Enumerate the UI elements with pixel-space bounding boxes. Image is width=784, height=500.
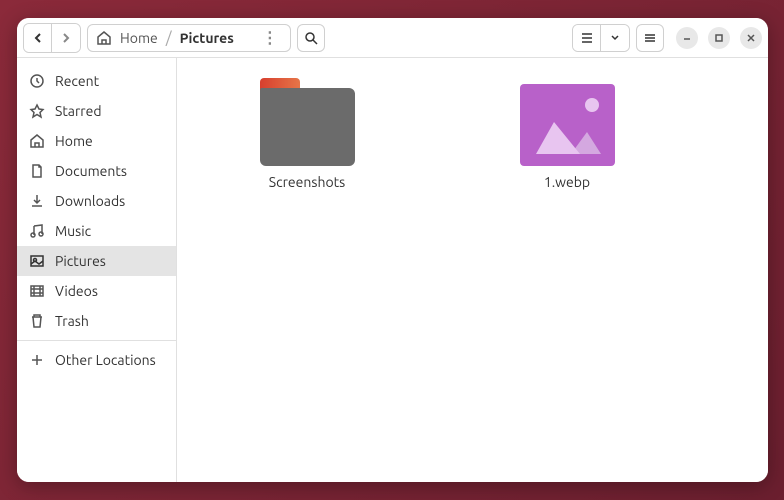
breadcrumb-current: Pictures [180,30,234,46]
sidebar-item-label: Music [55,223,91,239]
sidebar-item-videos[interactable]: Videos [17,276,176,306]
sidebar-separator [17,340,176,341]
file-manager-window: Home / Pictures ⋮ [17,18,768,482]
forward-button[interactable] [52,24,80,52]
music-icon [29,223,45,239]
sidebar: Recent Starred Home Documents Downloads … [17,58,177,482]
sidebar-item-label: Home [55,133,93,149]
videos-icon [29,283,45,299]
nav-buttons [23,23,81,53]
sidebar-item-label: Recent [55,73,99,89]
sidebar-item-music[interactable]: Music [17,216,176,246]
sidebar-item-pictures[interactable]: Pictures [17,246,176,276]
file-label: Screenshots [269,174,345,190]
list-icon [580,31,594,45]
content-area: Recent Starred Home Documents Downloads … [17,58,768,482]
hamburger-icon [643,31,657,45]
trash-icon [29,313,45,329]
sidebar-item-recent[interactable]: Recent [17,66,176,96]
list-view-button[interactable] [573,25,601,51]
sidebar-item-trash[interactable]: Trash [17,306,176,336]
documents-icon [29,163,45,179]
breadcrumb-parent[interactable]: Home [120,30,158,46]
window-controls [676,27,762,49]
star-icon [29,103,45,119]
file-view[interactable]: Screenshots 1.webp [177,58,768,482]
sidebar-item-downloads[interactable]: Downloads [17,186,176,216]
sidebar-item-label: Trash [55,313,89,329]
image-item[interactable]: 1.webp [457,78,677,190]
close-icon [746,33,756,43]
folder-item[interactable]: Screenshots [197,78,417,190]
sidebar-item-label: Other Locations [55,352,156,368]
sidebar-item-label: Videos [55,283,98,299]
hamburger-menu-button[interactable] [636,24,664,52]
folder-icon [260,78,355,166]
search-button[interactable] [297,24,325,52]
home-icon [96,30,112,46]
image-file-icon [520,84,615,166]
view-toggle [572,24,630,52]
sidebar-item-label: Pictures [55,253,106,269]
clock-icon [29,73,45,89]
maximize-button[interactable] [708,27,730,49]
sidebar-item-starred[interactable]: Starred [17,96,176,126]
path-more-icon[interactable]: ⋮ [242,28,282,47]
sidebar-item-label: Starred [55,103,102,119]
back-button[interactable] [24,24,52,52]
titlebar: Home / Pictures ⋮ [17,18,768,58]
sidebar-item-home[interactable]: Home [17,126,176,156]
sidebar-item-label: Documents [55,163,127,179]
minimize-button[interactable] [676,27,698,49]
sidebar-item-documents[interactable]: Documents [17,156,176,186]
path-bar[interactable]: Home / Pictures ⋮ [87,24,291,52]
sidebar-item-other-locations[interactable]: Other Locations [17,345,176,375]
close-button[interactable] [740,27,762,49]
chevron-down-icon [610,34,620,42]
maximize-icon [714,33,724,43]
minimize-icon [682,33,692,43]
plus-icon [29,352,45,368]
file-label: 1.webp [544,174,590,190]
home-icon [29,133,45,149]
search-icon [304,31,318,45]
view-dropdown-button[interactable] [601,25,629,51]
downloads-icon [29,193,45,209]
sidebar-item-label: Downloads [55,193,125,209]
path-separator: / [166,29,172,47]
pictures-icon [29,253,45,269]
